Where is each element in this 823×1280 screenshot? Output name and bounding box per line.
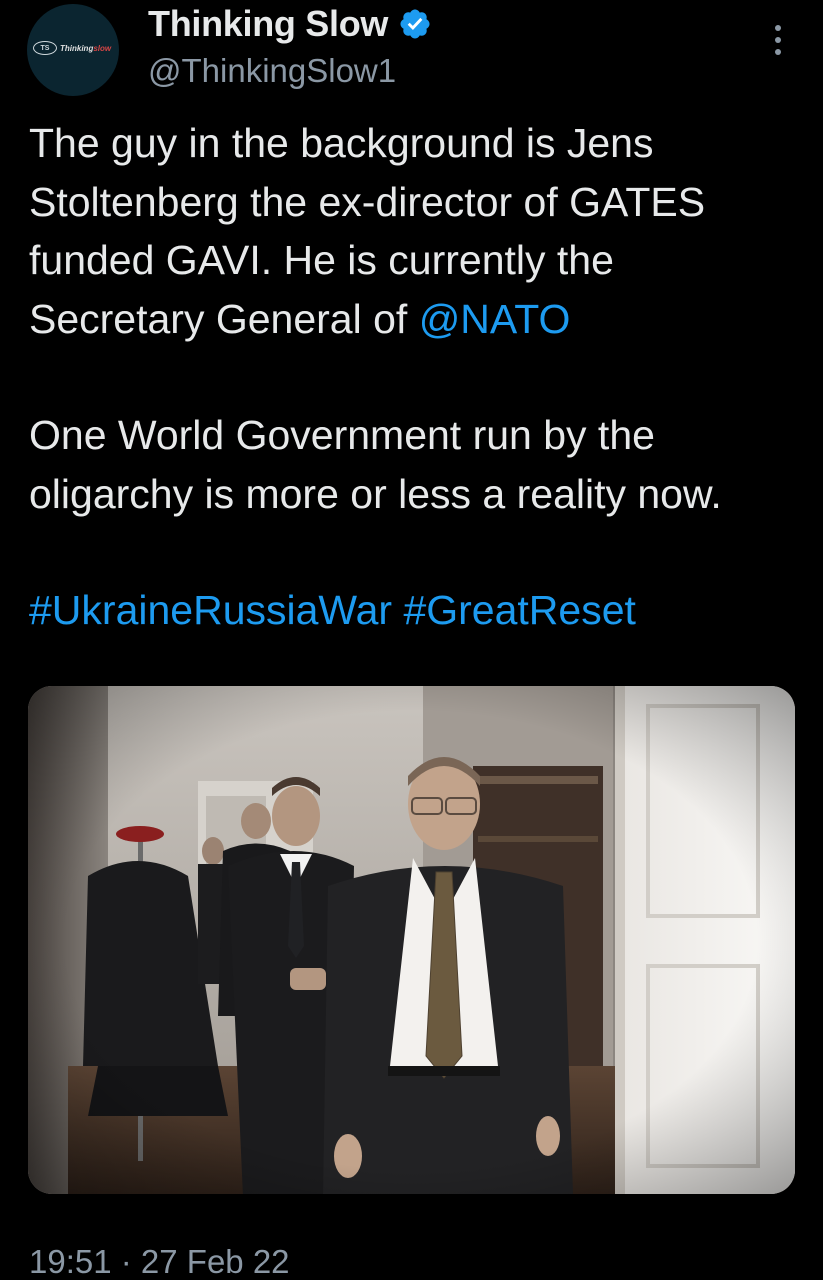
user-handle[interactable]: @ThinkingSlow1 (148, 50, 396, 92)
display-name-row: Thinking Slow (148, 2, 432, 46)
avatar-logo-mark: TS (33, 41, 57, 55)
tweet-hashtags: #UkraineRussiaWar #GreatReset (29, 581, 799, 640)
verified-badge-icon (400, 9, 430, 39)
avatar-logo-text: Thinkingslow (60, 43, 112, 53)
tweet-timestamp[interactable]: 19:51 · 27 Feb 22 (29, 1240, 290, 1280)
more-vertical-icon[interactable] (760, 18, 796, 62)
tweet-photo[interactable] (28, 686, 795, 1194)
display-name[interactable]: Thinking Slow (148, 2, 388, 46)
photo-icon (28, 686, 795, 1194)
avatar[interactable]: TS Thinkingslow (27, 4, 119, 96)
mention-link[interactable]: @NATO (419, 296, 571, 342)
hashtag-link[interactable]: #UkraineRussiaWar (29, 587, 392, 633)
tweet-text: The guy in the background is Jens Stolte… (29, 114, 799, 640)
avatar-logo: TS Thinkingslow (33, 41, 111, 55)
tweet-paragraph-2: One World Government run by the oligarch… (29, 412, 722, 517)
tweet-header: TS Thinkingslow Thinking Slow @ThinkingS… (0, 0, 823, 110)
tweet-paragraph-1: The guy in the background is Jens Stolte… (29, 120, 706, 342)
hashtag-link[interactable]: #GreatReset (403, 587, 635, 633)
